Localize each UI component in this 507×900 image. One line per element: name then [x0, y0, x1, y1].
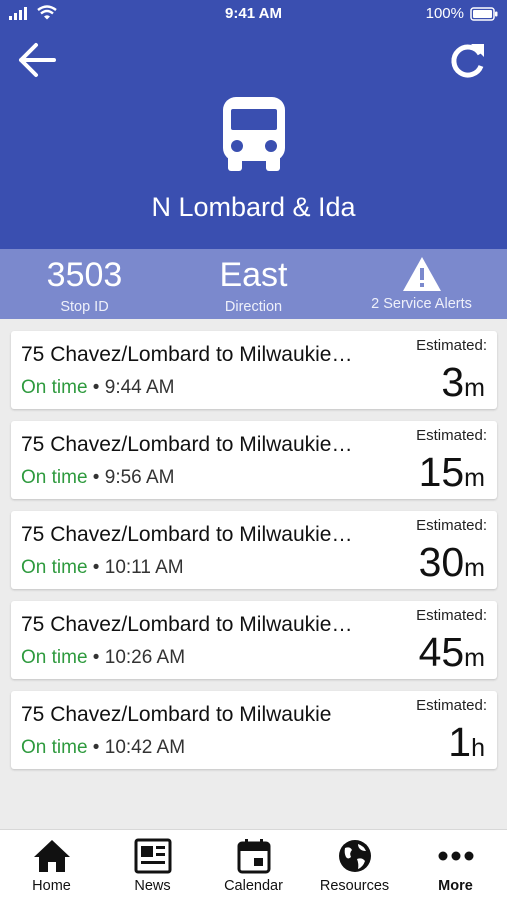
- battery-percent: 100%: [425, 5, 464, 22]
- estimated-unit: h: [471, 734, 485, 762]
- separator: •: [87, 647, 105, 668]
- separator: •: [87, 467, 105, 488]
- estimated-unit: m: [464, 374, 485, 402]
- tab-label: Home: [32, 878, 71, 894]
- tab-news[interactable]: News: [102, 830, 203, 900]
- estimated-number: 1: [448, 719, 472, 765]
- stop-id-label: Stop ID: [60, 299, 109, 315]
- arrival-card[interactable]: 75 Chavez/Lombard to Milwaukie… On time …: [11, 421, 497, 499]
- estimated-unit: m: [464, 464, 485, 492]
- estimated-number: 30: [418, 539, 465, 585]
- refresh-icon: [451, 44, 484, 78]
- arrival-status-line: On time • 10:42 AM: [21, 737, 185, 759]
- separator: •: [87, 737, 105, 758]
- scheduled-time: 10:11 AM: [104, 557, 184, 578]
- battery-status: 100%: [426, 5, 498, 22]
- direction-block: East Direction: [169, 249, 338, 319]
- estimated-number: 15: [418, 449, 465, 495]
- tab-label: Calendar: [224, 878, 283, 894]
- estimated-number: 3: [441, 359, 465, 405]
- warning-icon: [402, 257, 441, 291]
- tab-label: More: [438, 878, 473, 894]
- calendar-icon: [237, 839, 270, 874]
- estimated-label: Estimated:: [416, 517, 487, 534]
- header: 9:41 AM 100% N Lombard & Ida: [0, 0, 507, 249]
- arrival-card[interactable]: 75 Chavez/Lombard to Milwaukie… On time …: [11, 511, 497, 589]
- scheduled-time: 9:56 AM: [104, 467, 175, 488]
- estimated-unit: m: [464, 644, 485, 672]
- arrival-status-line: On time • 10:11 AM: [21, 557, 184, 579]
- arrow-left-icon: [19, 43, 56, 77]
- status-text: On time: [21, 647, 88, 668]
- estimated-value: 1h: [448, 719, 485, 766]
- estimated-value: 45m: [419, 629, 485, 676]
- status-text: On time: [21, 737, 88, 758]
- route-name: 75 Chavez/Lombard to Milwaukie…: [21, 433, 353, 456]
- direction-value: East: [219, 256, 288, 294]
- tab-more[interactable]: More: [405, 830, 506, 900]
- battery-icon: [470, 6, 498, 21]
- stop-id-block: 3503 Stop ID: [0, 249, 169, 319]
- estimated-unit: m: [464, 554, 485, 582]
- service-alerts-label: 2 Service Alerts: [371, 296, 472, 312]
- estimated-label: Estimated:: [416, 337, 487, 354]
- stop-id-value: 3503: [46, 256, 123, 294]
- separator: •: [87, 557, 105, 578]
- route-name: 75 Chavez/Lombard to Milwaukie…: [21, 523, 353, 546]
- tab-label: Resources: [319, 878, 390, 894]
- estimated-number: 45: [418, 629, 465, 675]
- arrival-card[interactable]: 75 Chavez/Lombard to Milwaukie On time •…: [11, 691, 497, 769]
- tab-label: News: [134, 878, 171, 894]
- status-bar: 9:41 AM 100%: [0, 0, 507, 28]
- status-text: On time: [21, 557, 88, 578]
- globe-icon: [338, 840, 371, 872]
- estimated-value: 3m: [441, 359, 485, 406]
- tab-resources[interactable]: Resources: [304, 830, 405, 900]
- estimated-label: Estimated:: [416, 427, 487, 444]
- scheduled-time: 10:26 AM: [104, 647, 186, 668]
- news-icon: [134, 838, 171, 874]
- tab-home[interactable]: Home: [1, 830, 102, 900]
- service-alerts-button[interactable]: 2 Service Alerts: [336, 249, 507, 319]
- status-text: On time: [21, 467, 88, 488]
- arrival-card[interactable]: 75 Chavez/Lombard to Milwaukie… On time …: [11, 601, 497, 679]
- stop-name: N Lombard & Ida: [151, 192, 356, 222]
- route-name: 75 Chavez/Lombard to Milwaukie: [21, 703, 332, 726]
- arrival-status-line: On time • 10:26 AM: [21, 647, 185, 669]
- scheduled-time: 10:42 AM: [104, 737, 186, 758]
- arrival-card[interactable]: 75 Chavez/Lombard to Milwaukie… On time …: [11, 331, 497, 409]
- bottom-tab-bar: Home News Calendar Resources More: [0, 829, 507, 900]
- bus-icon: [223, 97, 285, 171]
- scheduled-time: 9:44 AM: [104, 377, 175, 398]
- estimated-value: 30m: [419, 539, 485, 586]
- route-name: 75 Chavez/Lombard to Milwaukie…: [21, 343, 353, 366]
- estimated-label: Estimated:: [416, 697, 487, 714]
- status-text: On time: [21, 377, 88, 398]
- route-name: 75 Chavez/Lombard to Milwaukie…: [21, 613, 353, 636]
- stop-info-bar: 3503 Stop ID East Direction 2 Service Al…: [0, 249, 507, 319]
- tab-calendar[interactable]: Calendar: [203, 830, 304, 900]
- refresh-button[interactable]: [447, 40, 489, 82]
- more-icon: [438, 851, 473, 861]
- home-icon: [33, 840, 70, 872]
- back-button[interactable]: [18, 42, 58, 78]
- estimated-label: Estimated:: [416, 607, 487, 624]
- arrival-status-line: On time • 9:56 AM: [21, 467, 174, 489]
- arrival-status-line: On time • 9:44 AM: [21, 377, 174, 399]
- separator: •: [87, 377, 105, 398]
- estimated-value: 15m: [419, 449, 485, 496]
- direction-label: Direction: [224, 299, 283, 315]
